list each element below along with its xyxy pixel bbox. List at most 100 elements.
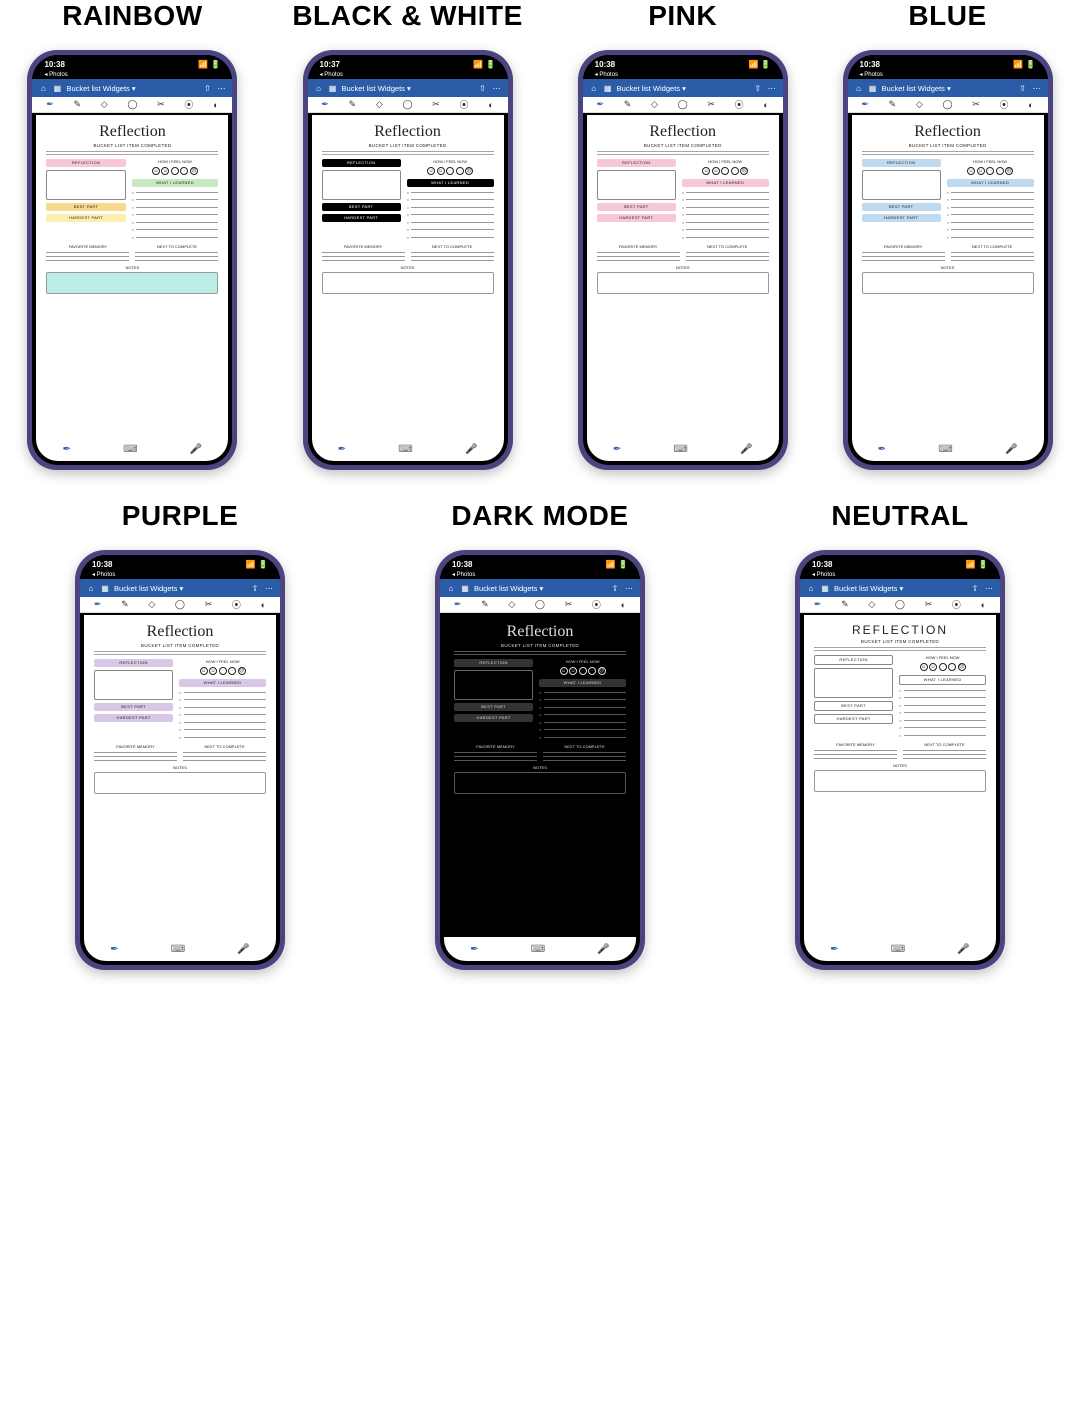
tool-icon[interactable]: ✎: [121, 599, 129, 610]
kbd-icon[interactable]: ⌨: [673, 444, 687, 455]
pen-icon[interactable]: ✒: [878, 444, 886, 455]
tool-icon[interactable]: ✎: [349, 99, 357, 110]
tool-icon[interactable]: ◯: [175, 599, 185, 610]
mic-icon[interactable]: 🎤: [1005, 444, 1017, 455]
kbd-icon[interactable]: ⌨: [398, 444, 412, 455]
header-icon[interactable]: ⋯: [216, 84, 226, 93]
tool-icon[interactable]: ✒: [321, 99, 329, 110]
kbd-icon[interactable]: ⌨: [938, 444, 952, 455]
header-icon[interactable]: ⇧: [753, 84, 763, 93]
tool-icon[interactable]: ✒: [861, 99, 869, 110]
kbd-icon[interactable]: ⌨: [891, 944, 905, 955]
tool-icon[interactable]: ◐: [213, 100, 218, 110]
header-icon[interactable]: ⇧: [970, 584, 980, 593]
tool-icon[interactable]: ◇: [651, 99, 658, 110]
header-icon[interactable]: ⋯: [1032, 84, 1042, 93]
tool-icon[interactable]: ✒: [46, 99, 54, 110]
pen-icon[interactable]: ✒: [470, 944, 478, 955]
tool-icon[interactable]: ◐: [488, 100, 493, 110]
mic-icon[interactable]: 🎤: [465, 444, 477, 455]
header-icon[interactable]: ▦: [603, 84, 613, 93]
mic-icon[interactable]: 🎤: [237, 944, 249, 955]
header-icon[interactable]: ▦: [460, 584, 470, 593]
tool-icon[interactable]: ◐: [763, 100, 768, 110]
tool-icon[interactable]: ⦿: [592, 598, 601, 611]
header-icon[interactable]: ⇧: [1018, 84, 1028, 93]
tool-icon[interactable]: ◐: [261, 600, 266, 610]
header-icon[interactable]: ▦: [820, 584, 830, 593]
tool-icon[interactable]: ◇: [376, 99, 383, 110]
tool-icon[interactable]: ✒: [94, 599, 102, 610]
tool-icon[interactable]: ✂: [565, 599, 573, 610]
tool-icon[interactable]: ✒: [454, 599, 462, 610]
header-icon[interactable]: ⌂: [806, 584, 816, 593]
doc-title[interactable]: Bucket list Widgets ▾: [66, 84, 198, 93]
tool-icon[interactable]: ◯: [895, 599, 905, 610]
tool-icon[interactable]: ✎: [841, 599, 849, 610]
doc-title[interactable]: Bucket list Widgets ▾: [882, 84, 1014, 93]
tool-icon[interactable]: ◇: [868, 599, 875, 610]
header-icon[interactable]: ⌂: [589, 84, 599, 93]
tool-icon[interactable]: ⦿: [184, 98, 193, 111]
header-icon[interactable]: ⇧: [478, 84, 488, 93]
tool-icon[interactable]: ✂: [432, 99, 440, 110]
header-icon[interactable]: ⋯: [492, 84, 502, 93]
doc-title[interactable]: Bucket list Widgets ▾: [342, 84, 474, 93]
tool-icon[interactable]: ✂: [157, 99, 165, 110]
tool-icon[interactable]: ✂: [205, 599, 213, 610]
tool-icon[interactable]: ⦿: [999, 98, 1008, 111]
mic-icon[interactable]: 🎤: [597, 944, 609, 955]
pen-icon[interactable]: ✒: [338, 444, 346, 455]
header-icon[interactable]: ⇧: [202, 84, 212, 93]
pen-icon[interactable]: ✒: [830, 944, 838, 955]
header-icon[interactable]: ⋯: [264, 584, 274, 593]
kbd-icon[interactable]: ⌨: [123, 444, 137, 455]
pen-icon[interactable]: ✒: [63, 444, 71, 455]
tool-icon[interactable]: ◯: [402, 99, 412, 110]
kbd-icon[interactable]: ⌨: [531, 944, 545, 955]
mic-icon[interactable]: 🎤: [190, 444, 202, 455]
tool-icon[interactable]: ✒: [814, 599, 822, 610]
header-icon[interactable]: ⌂: [86, 584, 96, 593]
tool-icon[interactable]: ✒: [597, 99, 605, 110]
tool-icon[interactable]: ◇: [508, 599, 515, 610]
tool-icon[interactable]: ✂: [707, 99, 715, 110]
header-icon[interactable]: ⌂: [314, 84, 324, 93]
tool-icon[interactable]: ◯: [678, 99, 688, 110]
mic-icon[interactable]: 🎤: [957, 944, 969, 955]
tool-icon[interactable]: ✎: [889, 99, 897, 110]
tool-icon[interactable]: ⦿: [952, 598, 961, 611]
tool-icon[interactable]: ⦿: [735, 98, 744, 111]
tool-icon[interactable]: ◐: [1028, 100, 1033, 110]
doc-title[interactable]: Bucket list Widgets ▾: [834, 584, 966, 593]
header-icon[interactable]: ⇧: [610, 584, 620, 593]
tool-icon[interactable]: ⦿: [232, 598, 241, 611]
tool-icon[interactable]: ◇: [148, 599, 155, 610]
tool-icon[interactable]: ◐: [621, 600, 626, 610]
header-icon[interactable]: ⋯: [984, 584, 994, 593]
tool-icon[interactable]: ◯: [942, 99, 952, 110]
tool-icon[interactable]: ◯: [127, 99, 137, 110]
tool-icon[interactable]: ✎: [624, 99, 632, 110]
header-icon[interactable]: ⌂: [854, 84, 864, 93]
tool-icon[interactable]: ✂: [972, 99, 980, 110]
doc-title[interactable]: Bucket list Widgets ▾: [617, 84, 749, 93]
kbd-icon[interactable]: ⌨: [171, 944, 185, 955]
tool-icon[interactable]: ◇: [101, 99, 108, 110]
header-icon[interactable]: ▦: [868, 84, 878, 93]
header-icon[interactable]: ▦: [52, 84, 62, 93]
header-icon[interactable]: ⌂: [38, 84, 48, 93]
header-icon[interactable]: ▦: [328, 84, 338, 93]
header-icon[interactable]: ⇧: [250, 584, 260, 593]
tool-icon[interactable]: ✎: [481, 599, 489, 610]
doc-title[interactable]: Bucket list Widgets ▾: [114, 584, 246, 593]
mic-icon[interactable]: 🎤: [740, 444, 752, 455]
tool-icon[interactable]: ✂: [925, 599, 933, 610]
doc-title[interactable]: Bucket list Widgets ▾: [474, 584, 606, 593]
header-icon[interactable]: ⋯: [767, 84, 777, 93]
pen-icon[interactable]: ✒: [613, 444, 621, 455]
tool-icon[interactable]: ⦿: [459, 98, 468, 111]
tool-icon[interactable]: ◯: [535, 599, 545, 610]
tool-icon[interactable]: ◐: [981, 600, 986, 610]
pen-icon[interactable]: ✒: [110, 944, 118, 955]
